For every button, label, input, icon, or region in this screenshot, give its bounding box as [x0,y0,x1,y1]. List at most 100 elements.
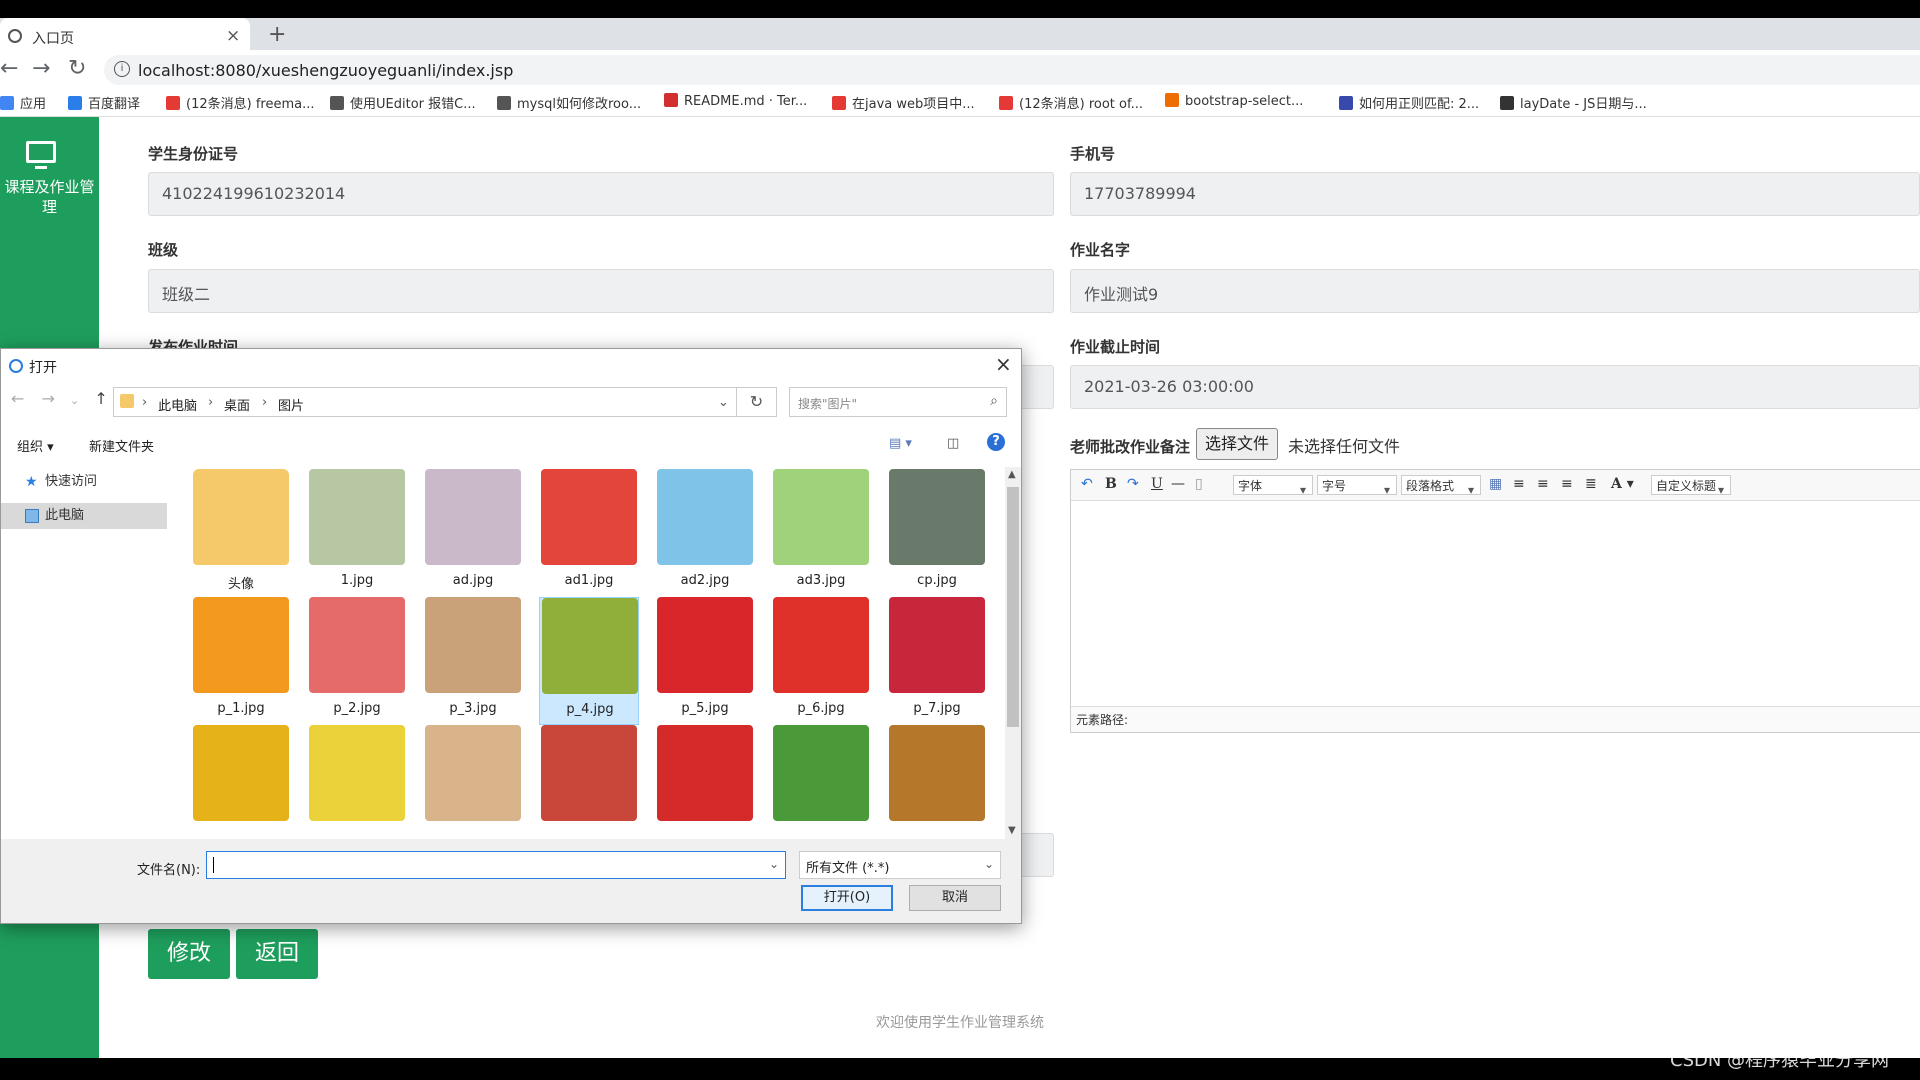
file-item[interactable] [423,725,523,837]
close-tab-icon[interactable]: × [226,26,240,46]
align-left-icon[interactable]: ≡ [1513,476,1525,492]
image-thumbnail [773,469,869,565]
breadcrumb-pictures[interactable]: 图片 [278,395,304,414]
back-arrow-icon[interactable]: ← [11,389,24,408]
chevron-down-icon[interactable]: ⌄ [70,394,79,407]
bookmark-item[interactable]: 如何用正则匹配: 2... [1339,93,1479,112]
back-arrow-icon[interactable]: ← [0,56,18,81]
file-item[interactable] [887,725,987,837]
phone-field[interactable]: 17703789994 [1070,172,1920,216]
rich-text-editor[interactable]: ↶ B ↷ U — ▯ 字体 ▾ 字号 ▾ 段落格式 ▾ ▦ ≡ ≡ ≡ ≣ A ▾ … [1070,469,1920,733]
breadcrumb-desktop[interactable]: 桌面 [224,395,250,414]
bookmark-label: bootstrap-select... [1185,94,1304,109]
redo-icon[interactable]: ↷ [1127,476,1139,492]
bookmark-item[interactable]: README.md · Ter... [664,93,807,109]
dialog-search-input[interactable]: 搜索"图片" ⌕ [789,387,1007,417]
undo-icon[interactable]: ↶ [1081,476,1093,492]
file-item[interactable]: cp.jpg [887,469,987,597]
bookmark-item[interactable]: bootstrap-select... [1165,93,1303,109]
file-item[interactable]: ad2.jpg [655,469,755,597]
refresh-icon[interactable]: ↻ [737,387,777,417]
open-button[interactable]: 打开(O) [801,885,893,911]
file-item[interactable]: ad1.jpg [539,469,639,597]
file-item[interactable]: p_3.jpg [423,597,523,725]
deadline-field[interactable]: 2021-03-26 03:00:00 [1070,365,1920,409]
forward-arrow-icon[interactable]: → [32,56,50,81]
table-icon[interactable]: ▦ [1489,476,1502,492]
filetype-select[interactable]: 所有文件 (*.*) ⌄ [799,851,1001,879]
file-item[interactable]: p_2.jpg [307,597,407,725]
dialog-close-icon[interactable]: × [995,352,1012,376]
chevron-down-icon[interactable]: ⌄ [718,395,729,410]
file-item[interactable] [771,725,871,837]
id-field[interactable]: 410224199610232014 [148,172,1054,216]
justify-icon[interactable]: ≣ [1585,476,1597,492]
paragraph-select[interactable]: 段落格式 ▾ [1401,475,1481,497]
paragraph-select-label: 段落格式 [1406,479,1455,493]
up-arrow-icon[interactable]: ↑ [94,389,107,408]
chevron-down-icon[interactable]: ⌄ [769,857,779,871]
size-select[interactable]: 字号 ▾ [1317,475,1397,497]
scroll-up-icon[interactable]: ▲ [1008,469,1016,480]
bookmark-item[interactable]: (12条消息) root of... [999,93,1143,112]
info-icon[interactable]: i [114,61,130,77]
bookmark-item[interactable]: layDate - JS日期与... [1500,93,1647,112]
sidebar-item-quick-access[interactable]: ★ 快速访问 [1,469,167,495]
choose-file-button[interactable]: 选择文件 [1196,428,1279,460]
font-color-icon[interactable]: A ▾ [1611,476,1634,492]
address-bar[interactable]: i localhost:8080/xueshengzuoyeguanli/ind… [104,55,1920,85]
preview-pane-icon[interactable]: ◫ [947,436,959,451]
file-item[interactable] [539,725,639,837]
sidebar-item-course-homework[interactable]: 课程及作业管理 [0,177,99,217]
align-right-icon[interactable]: ≡ [1561,476,1573,492]
file-item[interactable]: p_1.jpg [191,597,291,725]
bookmark-item[interactable]: (12条消息) freema... [166,93,314,112]
file-item[interactable]: p_4.jpg [539,597,639,725]
file-name: p_1.jpg [217,701,265,716]
font-select[interactable]: 字体 ▾ [1233,475,1313,497]
url-text: localhost:8080/xueshengzuoyeguanli/index… [138,61,514,80]
class-field[interactable]: 班级二 [148,269,1054,313]
breadcrumb-this-pc[interactable]: 此电脑 [158,395,197,414]
file-item[interactable]: 头像 [191,469,291,597]
organize-button[interactable]: 组织 ▾ [17,436,54,455]
bookmark-item[interactable]: mysql如何修改roo... [497,93,641,112]
new-tab-button[interactable]: + [268,22,286,47]
file-item[interactable]: p_7.jpg [887,597,987,725]
file-item[interactable]: 1.jpg [307,469,407,597]
dialog-scrollbar[interactable]: ▲ ▼ [1005,467,1021,839]
custom-title-select[interactable]: 自定义标题 ▾ [1651,475,1731,497]
scroll-down-icon[interactable]: ▼ [1008,825,1016,836]
cancel-button[interactable]: 取消 [909,885,1001,911]
view-options-icon[interactable]: ▤ ▾ [889,436,912,451]
file-item[interactable]: ad3.jpg [771,469,871,597]
homework-name-field[interactable]: 作业测试9 [1070,269,1920,313]
id-label: 学生身份证号 [148,145,239,163]
bookmark-item[interactable]: 使用UEditor 报错C... [330,93,476,112]
forward-arrow-icon[interactable]: → [42,389,55,408]
underline-icon[interactable]: U [1151,476,1163,492]
bold-icon[interactable]: B [1105,476,1117,492]
horizontal-rule-icon[interactable]: — [1171,476,1185,492]
align-center-icon[interactable]: ≡ [1537,476,1549,492]
bookmark-item[interactable]: 百度翻译 [68,93,140,112]
file-item[interactable] [307,725,407,837]
file-item[interactable]: ad.jpg [423,469,523,597]
bookmark-item[interactable]: 应用 [0,93,46,112]
edit-button[interactable]: 修改 [148,929,230,979]
file-item[interactable]: p_6.jpg [771,597,871,725]
new-folder-button[interactable]: 新建文件夹 [89,436,154,455]
page-icon[interactable]: ▯ [1195,476,1203,492]
filename-input[interactable]: ⌄ [206,851,786,879]
help-icon[interactable]: ? [987,433,1005,451]
folder-path-bar[interactable]: › 此电脑 › 桌面 › 图片 ⌄ [113,387,737,417]
star-icon: ★ [25,474,38,490]
scrollbar-thumb[interactable] [1007,487,1019,727]
file-item[interactable] [655,725,755,837]
sidebar-item-this-pc[interactable]: 此电脑 [1,503,167,529]
back-button[interactable]: 返回 [236,929,318,979]
file-item[interactable] [191,725,291,837]
file-item[interactable]: p_5.jpg [655,597,755,725]
reload-icon[interactable]: ↻ [68,56,86,81]
bookmark-item[interactable]: 在java web项目中... [832,93,975,112]
